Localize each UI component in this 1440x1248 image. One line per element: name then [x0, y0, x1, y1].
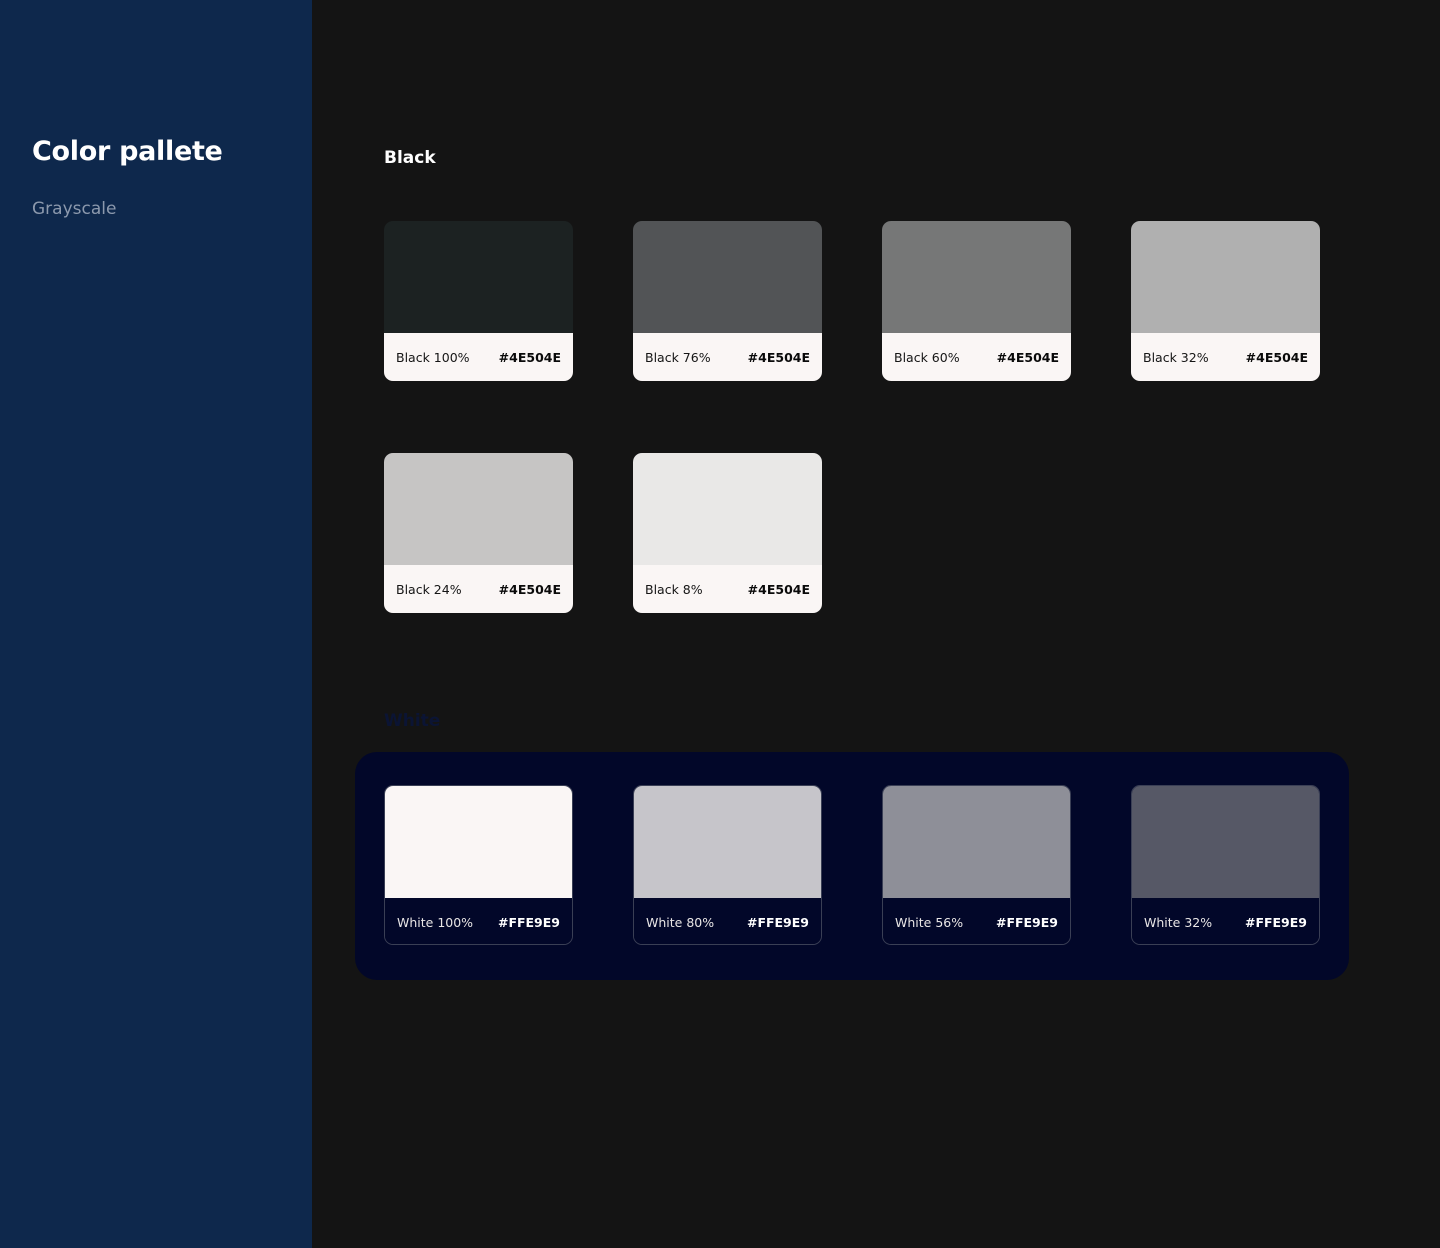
swatch-card-black-60: Black 60% #4E504E: [882, 221, 1071, 381]
swatch-hex: #FFE9E9: [1244, 914, 1307, 930]
color-swatch: [1132, 786, 1319, 898]
swatch-label: Black 60%: [894, 349, 960, 365]
swatch-label: White 56%: [895, 914, 964, 930]
swatch-label: Black 8%: [645, 581, 703, 597]
swatch-card-white-56: White 56% #FFE9E9: [882, 785, 1071, 945]
swatch-info: White 56% #FFE9E9: [883, 898, 1070, 944]
page-title: Color pallete: [32, 136, 223, 167]
color-swatch: [384, 221, 573, 333]
color-swatch: [385, 786, 572, 898]
swatch-info: Black 24% #4E504E: [384, 565, 573, 613]
swatch-info: White 100% #FFE9E9: [385, 898, 572, 944]
white-section-title: White: [384, 711, 441, 731]
swatch-hex: #4E504E: [1245, 349, 1308, 365]
swatch-info: Black 60% #4E504E: [882, 333, 1071, 381]
swatch-hex: #4E504E: [498, 349, 561, 365]
color-swatch: [634, 786, 821, 898]
swatch-info: White 80% #FFE9E9: [634, 898, 821, 944]
swatch-hex: #FFE9E9: [746, 914, 809, 930]
swatch-info: Black 32% #4E504E: [1131, 333, 1320, 381]
swatch-label: Black 100%: [396, 349, 470, 365]
swatch-label: Black 24%: [396, 581, 462, 597]
swatch-info: Black 100% #4E504E: [384, 333, 573, 381]
swatch-card-black-24: Black 24% #4E504E: [384, 453, 573, 613]
swatch-card-white-100: White 100% #FFE9E9: [384, 785, 573, 945]
swatch-hex: #4E504E: [747, 581, 810, 597]
swatch-label: Black 76%: [645, 349, 711, 365]
color-swatch: [883, 786, 1070, 898]
color-swatch: [1131, 221, 1320, 333]
color-swatch: [633, 453, 822, 565]
color-swatch: [882, 221, 1071, 333]
sidebar: Color pallete Grayscale: [0, 0, 312, 1248]
swatch-label: White 32%: [1144, 914, 1213, 930]
color-swatch: [633, 221, 822, 333]
swatch-label: White 80%: [646, 914, 715, 930]
swatch-hex: #4E504E: [996, 349, 1059, 365]
color-swatch: [384, 453, 573, 565]
swatch-hex: #4E504E: [498, 581, 561, 597]
swatch-hex: #FFE9E9: [497, 914, 560, 930]
swatch-card-black-8: Black 8% #4E504E: [633, 453, 822, 613]
swatch-hex: #4E504E: [747, 349, 810, 365]
swatch-card-black-32: Black 32% #4E504E: [1131, 221, 1320, 381]
swatch-card-white-80: White 80% #FFE9E9: [633, 785, 822, 945]
swatch-hex: #FFE9E9: [995, 914, 1058, 930]
swatch-card-black-100: Black 100% #4E504E: [384, 221, 573, 381]
swatch-label: Black 32%: [1143, 349, 1209, 365]
swatch-info: Black 76% #4E504E: [633, 333, 822, 381]
swatch-label: White 100%: [397, 914, 474, 930]
swatch-info: Black 8% #4E504E: [633, 565, 822, 613]
swatch-card-black-76: Black 76% #4E504E: [633, 221, 822, 381]
swatch-card-white-32: White 32% #FFE9E9: [1131, 785, 1320, 945]
sidebar-item-grayscale[interactable]: Grayscale: [32, 199, 116, 219]
black-section-title: Black: [384, 148, 436, 168]
swatch-info: White 32% #FFE9E9: [1132, 898, 1319, 944]
